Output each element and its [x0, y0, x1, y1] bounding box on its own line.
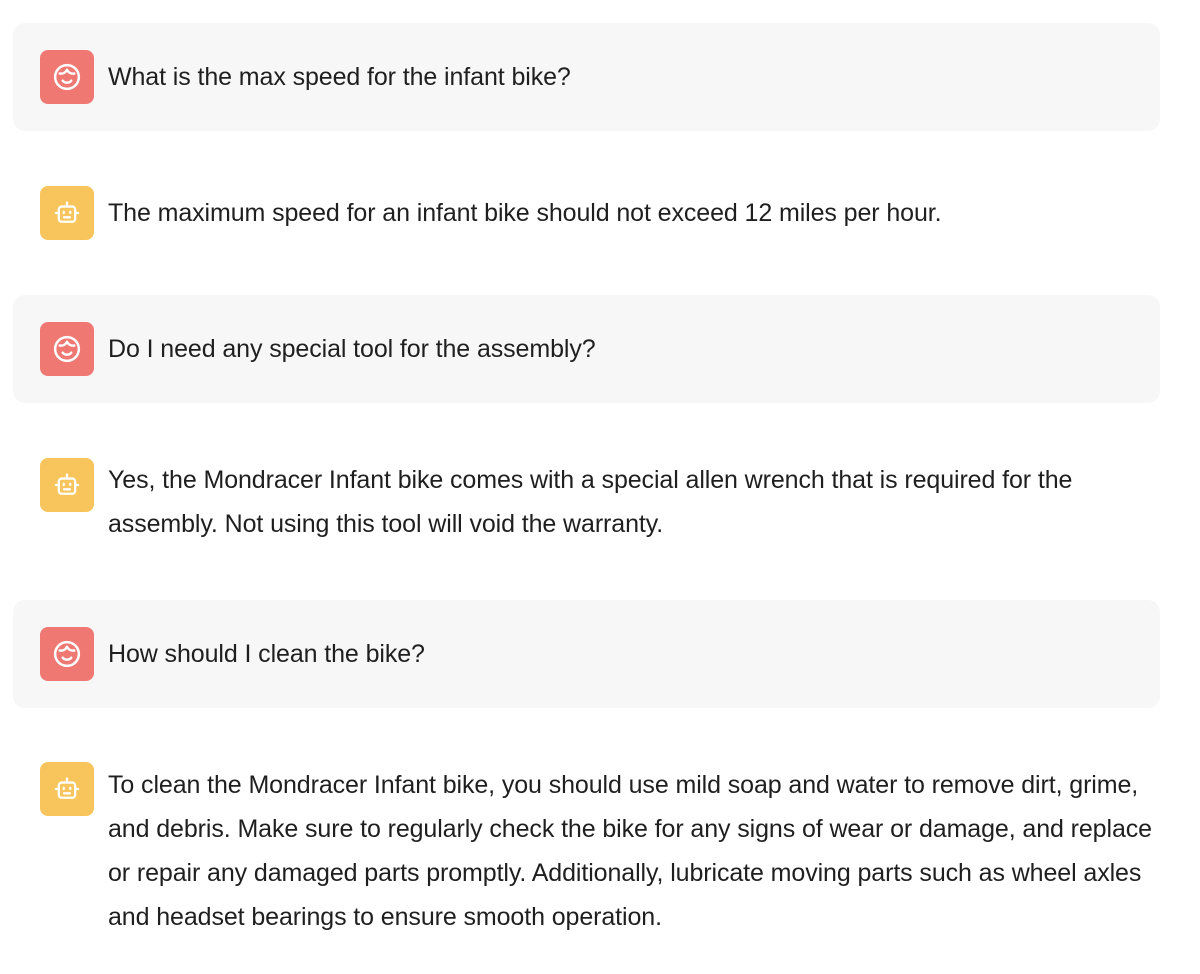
assistant-avatar — [40, 186, 94, 240]
robot-icon — [54, 473, 80, 495]
assistant-avatar — [40, 762, 94, 816]
assistant-message: The maximum speed for an infant bike sho… — [13, 159, 1160, 267]
user-face-icon — [53, 335, 81, 363]
user-avatar — [40, 627, 94, 681]
user-avatar — [40, 50, 94, 104]
message-text: How should I clean the bike? — [108, 640, 425, 668]
message-text: What is the max speed for the infant bik… — [108, 63, 571, 91]
user-face-icon — [53, 63, 81, 91]
assistant-message: Yes, the Mondracer Infant bike comes wit… — [13, 431, 1160, 571]
user-avatar — [40, 322, 94, 376]
message-text: To clean the Mondracer Infant bike, you … — [108, 771, 1159, 931]
robot-icon — [54, 201, 80, 223]
assistant-message: To clean the Mondracer Infant bike, you … — [13, 735, 1160, 965]
message-text: The maximum speed for an infant bike sho… — [108, 199, 942, 227]
user-message: How should I clean the bike? — [13, 600, 1160, 708]
user-face-icon — [53, 640, 81, 668]
message-text: Yes, the Mondracer Infant bike comes wit… — [108, 466, 1080, 538]
user-message: What is the max speed for the infant bik… — [13, 23, 1160, 131]
user-message: Do I need any special tool for the assem… — [13, 295, 1160, 403]
robot-icon — [54, 777, 80, 799]
assistant-avatar — [40, 458, 94, 512]
message-text: Do I need any special tool for the assem… — [108, 335, 596, 363]
